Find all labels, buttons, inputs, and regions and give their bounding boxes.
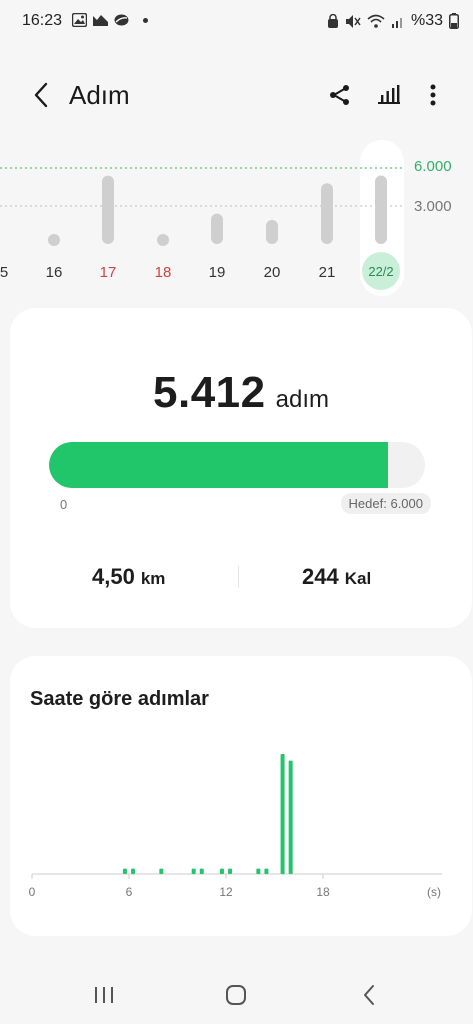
day-label: 18	[155, 264, 172, 281]
system-back-button[interactable]	[349, 978, 389, 1012]
gallery-notification-icon	[72, 13, 87, 27]
day-label: 22/2	[368, 264, 393, 279]
share-button[interactable]	[325, 80, 355, 110]
calories-unit: Kal	[344, 569, 372, 588]
goal-axis-label: 6.000	[414, 158, 452, 175]
day-bar	[102, 175, 114, 244]
hour-bar	[159, 868, 164, 874]
home-icon	[226, 985, 246, 1005]
hour-tick-label: (s)	[427, 885, 441, 899]
day-label: 20	[264, 264, 281, 281]
day-bar	[157, 234, 169, 246]
hour-bar	[264, 868, 269, 874]
wifi-icon	[367, 14, 385, 28]
back-button[interactable]	[26, 80, 56, 110]
goal-chip: Hedef: 6.000	[340, 493, 431, 514]
status-time: 16:23	[22, 12, 63, 29]
leaf-notification-icon	[114, 14, 129, 26]
distance-metric: 4,50 km	[92, 564, 165, 590]
hour-bar	[256, 868, 261, 874]
day-bar	[266, 219, 278, 244]
more-vert-icon	[430, 84, 436, 106]
weekly-chart-canvas: 5 16 17 18 19 20 21 22/2	[0, 140, 404, 296]
share-icon	[330, 85, 349, 105]
back-arrow-icon	[34, 82, 48, 108]
day-bar	[48, 234, 60, 246]
day-label: 19	[209, 264, 226, 281]
system-nav-bar	[0, 966, 473, 1024]
progress-start-label: 0	[60, 497, 68, 512]
hour-tick-label: 18	[316, 885, 330, 899]
stats-button[interactable]	[374, 80, 404, 110]
hour-bar	[288, 760, 293, 874]
app-bar: Adım	[0, 70, 473, 124]
distance-unit: km	[140, 569, 166, 588]
steps-value: 5.412	[153, 368, 266, 417]
hour-bar	[228, 868, 233, 874]
hour-bar	[280, 754, 285, 874]
recents-icon	[95, 987, 113, 1003]
hour-bar	[131, 868, 136, 874]
steps-total: 5.412 adım	[10, 368, 472, 418]
more-options-button[interactable]	[418, 80, 448, 110]
day-label: 16	[46, 264, 63, 281]
hour-tick-label: 6	[126, 885, 133, 899]
hour-tick-label: 0	[29, 885, 36, 899]
image-notification-icon	[93, 15, 108, 26]
home-button[interactable]	[216, 978, 256, 1012]
signal-icon	[391, 17, 402, 28]
daily-summary-card: 5.412 adım 0 Hedef: 6.000 4,50 km 244 Kal	[10, 308, 472, 628]
hour-bar	[191, 868, 196, 874]
hour-bar	[199, 868, 204, 874]
hour-bar	[122, 868, 127, 874]
day-label: 21	[319, 264, 336, 281]
steps-unit: adım	[275, 386, 329, 413]
day-bar	[321, 183, 333, 244]
day-label: 5	[0, 264, 8, 281]
mute-icon	[345, 14, 361, 28]
battery-icon	[449, 13, 459, 29]
page-title: Adım	[69, 80, 130, 110]
back-icon	[364, 985, 374, 1005]
hour-bar	[219, 868, 224, 874]
hourly-steps-card[interactable]: Saate göre adımlar 0 6 12 18 (s)	[10, 656, 472, 936]
day-bar	[211, 213, 223, 244]
day-label: 17	[100, 264, 117, 281]
battery-percent: %33	[410, 12, 443, 29]
weekly-steps-chart[interactable]: 5 16 17 18 19 20 21 22/2 6.000 3.000	[0, 140, 473, 300]
distance-value: 4,50	[92, 564, 135, 589]
lock-status-icon	[327, 13, 338, 28]
calories-metric: 244 Kal	[302, 564, 371, 590]
day-bar	[375, 175, 387, 244]
bar-stats-icon	[378, 85, 400, 104]
calories-value: 244	[302, 564, 339, 589]
status-bar: 16:23 %33	[0, 0, 473, 44]
metric-divider	[238, 566, 239, 588]
more-notifications-dot	[143, 17, 148, 23]
goal-progress-bar	[49, 442, 425, 488]
recents-button[interactable]	[84, 978, 124, 1012]
goal-progress-fill	[49, 442, 389, 488]
mid-axis-label: 3.000	[414, 198, 452, 215]
hour-tick-label: 12	[219, 885, 233, 899]
hourly-chart-canvas: 0 6 12 18 (s)	[29, 754, 442, 899]
